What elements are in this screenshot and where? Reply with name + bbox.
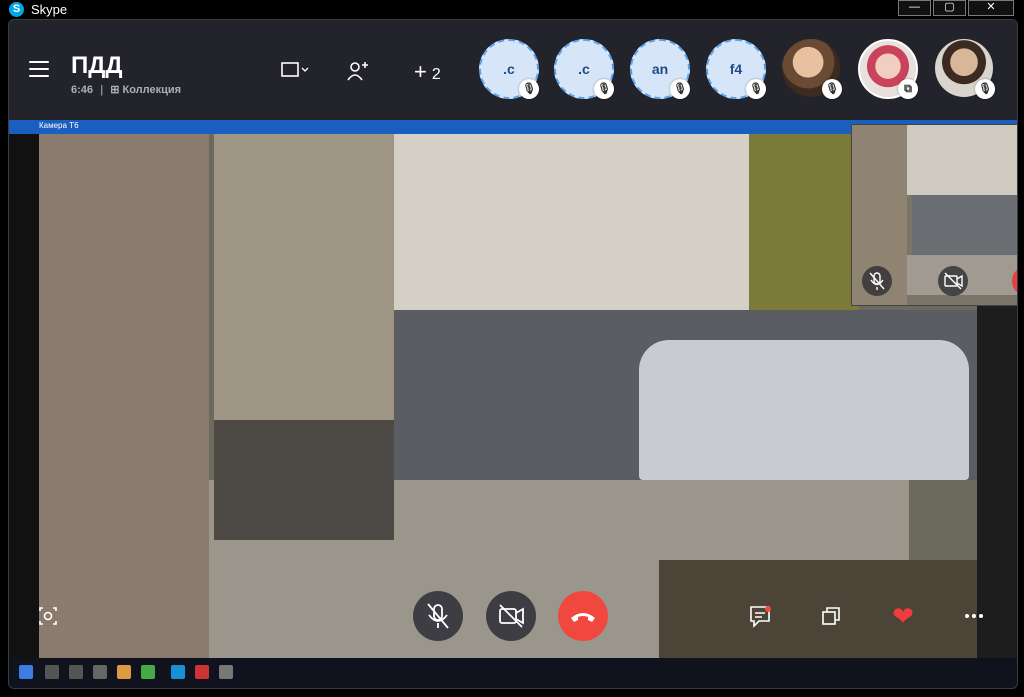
app-icon — [219, 665, 233, 679]
participant-avatar[interactable]: .c 🎙︎ — [479, 39, 539, 99]
self-view-background — [902, 125, 1017, 195]
more-participants-button[interactable]: + 2 — [414, 59, 441, 85]
call-window: ПДД 6:46 | ⊞ Коллекция + 2 .c 🎙︎ .c 🎙︎ a… — [8, 19, 1018, 689]
participant-avatar[interactable]: an 🎙︎ — [630, 39, 690, 99]
more-participants-count: 2 — [431, 66, 441, 83]
window-titlebar: S Skype — ▢ ✕ — [0, 0, 1024, 19]
collection-link[interactable]: Коллекция — [123, 84, 182, 96]
call-title: ПДД — [71, 52, 123, 79]
mic-off-icon: 🎙︎ — [594, 79, 614, 99]
video-wall — [39, 134, 209, 674]
video-cars — [639, 340, 969, 480]
minimize-button[interactable]: — — [898, 0, 931, 16]
screenshot-button[interactable] — [31, 599, 65, 633]
mic-off-icon: 🎙︎ — [746, 79, 766, 99]
more-options-button[interactable] — [957, 599, 991, 633]
video-off-icon — [944, 272, 963, 290]
participant-initials: .c — [578, 61, 590, 77]
camera-snapshot-icon — [39, 607, 57, 625]
gallery-icon: ⊞ — [110, 84, 120, 96]
self-view-video-button[interactable] — [938, 266, 968, 296]
task-view-icon — [69, 665, 83, 679]
mic-off-icon: 🎙︎ — [975, 79, 995, 99]
mic-off-icon: 🎙︎ — [519, 79, 539, 99]
participant-avatar[interactable]: f4 🎙︎ — [706, 39, 766, 99]
chat-button[interactable] — [743, 599, 777, 633]
windows-start-icon — [19, 665, 33, 679]
more-options-icon — [965, 614, 983, 618]
plus-icon: + — [414, 59, 427, 84]
participant-avatar[interactable]: 🎙︎ — [935, 39, 995, 99]
screen-share-icon — [281, 62, 309, 77]
explorer-icon — [93, 665, 107, 679]
video-off-icon — [499, 604, 524, 628]
react-button[interactable]: ❤ — [886, 599, 920, 633]
self-view-mute-button[interactable] — [862, 266, 892, 296]
end-call-button[interactable] — [558, 591, 608, 641]
self-view-crowd — [912, 195, 1017, 255]
maximize-button[interactable]: ▢ — [933, 0, 966, 16]
video-toggle-button[interactable] — [486, 591, 536, 641]
screen-share-button[interactable] — [279, 60, 309, 80]
mic-off-icon — [869, 272, 885, 290]
shared-window-caption: Камера Т6 — [39, 121, 79, 130]
call-subtitle: 6:46 | ⊞ Коллекция — [71, 83, 181, 96]
call-header: ПДД 6:46 | ⊞ Коллекция + 2 .c 🎙︎ .c 🎙︎ a… — [9, 20, 1017, 120]
self-view-preview[interactable] — [851, 124, 1017, 306]
participant-avatar[interactable]: 🎙︎ — [782, 39, 842, 99]
menu-button[interactable] — [29, 61, 49, 79]
layout-icon — [822, 607, 840, 625]
chat-icon — [750, 606, 770, 628]
participant-initials: .c — [503, 61, 515, 77]
mic-off-icon — [427, 603, 449, 629]
hang-up-icon — [571, 613, 595, 622]
skype-taskbar-icon — [171, 665, 185, 679]
mic-off-icon: 🎙︎ — [670, 79, 690, 99]
participant-avatar-active[interactable]: ⧉ — [858, 39, 918, 99]
hamburger-icon — [29, 61, 49, 63]
video-pillar-shadow — [214, 420, 394, 540]
mute-button[interactable] — [413, 591, 463, 641]
add-participant-button[interactable] — [346, 60, 370, 82]
participant-initials: f4 — [729, 61, 743, 77]
add-person-icon — [347, 62, 368, 81]
participant-avatar[interactable]: .c 🎙︎ — [554, 39, 614, 99]
layout-icon: ⧉ — [898, 79, 918, 99]
shared-taskbar — [9, 658, 1017, 688]
separator: | — [100, 84, 104, 96]
chrome-icon — [117, 665, 131, 679]
skype-logo: S — [9, 2, 24, 17]
unread-indicator — [765, 606, 771, 612]
window-title: Skype — [31, 2, 68, 17]
participant-initials: an — [651, 61, 669, 77]
mic-off-icon: 🎙︎ — [822, 79, 842, 99]
search-icon — [45, 665, 59, 679]
app-icon — [195, 665, 209, 679]
window-controls: — ▢ ✕ — [896, 0, 1014, 16]
app-icon — [141, 665, 155, 679]
heart-icon: ❤ — [892, 601, 914, 631]
call-duration: 6:46 — [71, 84, 94, 96]
close-button[interactable]: ✕ — [968, 0, 1014, 16]
layout-button[interactable] — [814, 599, 848, 633]
